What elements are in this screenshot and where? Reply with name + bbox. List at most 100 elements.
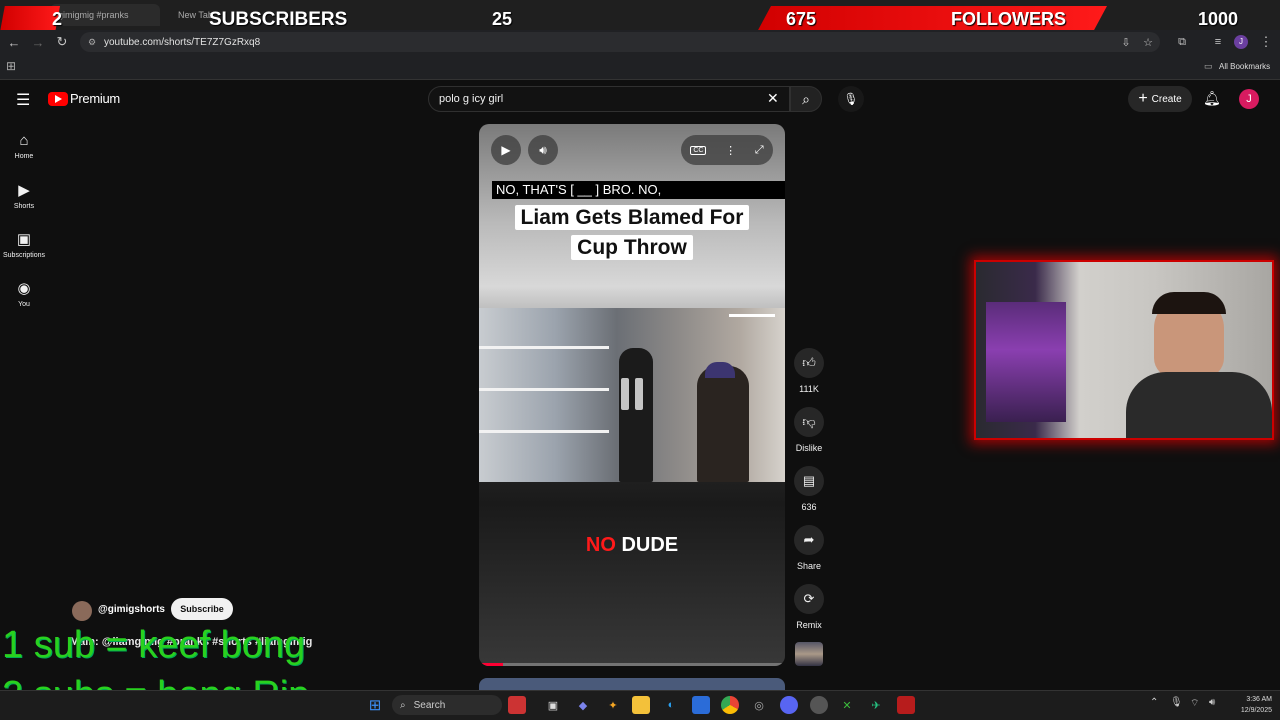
dislike-label: Dislike xyxy=(795,443,823,453)
youtube-brand-text[interactable]: Premium xyxy=(70,91,120,106)
taskbar-search[interactable]: ⌕ Search xyxy=(392,695,502,715)
pause-icon xyxy=(621,378,629,410)
title-line-1: Liam Gets Blamed For xyxy=(514,205,750,230)
task-view-icon[interactable]: ▣ xyxy=(544,696,562,714)
discord-icon[interactable] xyxy=(780,696,798,714)
live-caption: NO, THAT'S [ __ ] BRO. NO, xyxy=(492,181,785,199)
notifications-bell-icon[interactable]: 🔔︎ xyxy=(1203,90,1221,107)
you-icon: ◉ xyxy=(17,280,31,297)
red-app-icon[interactable] xyxy=(897,696,915,714)
followers-label: FOLLOWERS xyxy=(951,9,1066,29)
profile-avatar[interactable]: J xyxy=(1234,35,1248,49)
show-hidden-icons[interactable]: ⌃ xyxy=(1150,697,1158,708)
plus-icon: + xyxy=(1138,90,1148,107)
reload-icon[interactable]: ↻ xyxy=(52,34,72,50)
share-button[interactable]: ➦ Share xyxy=(790,525,828,571)
sidebar-item-shorts[interactable]: ▶ Shorts xyxy=(0,181,48,210)
hamburger-menu-icon[interactable]: ☰ xyxy=(16,90,30,110)
extensions-icon[interactable]: ⧉ xyxy=(1172,36,1192,49)
like-icon: 👍︎ xyxy=(794,348,824,378)
browser-tab-active[interactable]: gimigmig #pranks xyxy=(50,4,160,26)
subs-label: SUBSCRIBERS xyxy=(209,9,348,30)
tab-label: New Tab xyxy=(178,10,213,20)
subs-goal: 25 xyxy=(492,9,513,29)
dislike-button[interactable]: 👎︎ Dislike xyxy=(790,407,828,453)
play-button[interactable]: ▶ xyxy=(491,135,521,165)
youtube-logo-icon[interactable] xyxy=(48,92,68,106)
windows-start-icon[interactable]: ⊞ xyxy=(366,696,384,714)
channel-avatar[interactable] xyxy=(72,601,92,621)
file-explorer-icon[interactable] xyxy=(632,696,650,714)
subscribe-button[interactable]: Subscribe xyxy=(171,598,233,620)
sidebar-item-home[interactable]: ⌂ Home xyxy=(0,132,48,160)
sidebar-item-subscriptions[interactable]: ▣ Subscriptions xyxy=(0,230,48,259)
network-icon[interactable]: ⌔ xyxy=(1190,697,1199,710)
next-short-preview[interactable] xyxy=(479,678,785,690)
obs-icon[interactable] xyxy=(810,696,828,714)
chrome-menu-icon[interactable]: ⋮ xyxy=(1256,34,1276,50)
video-title-overlay: Liam Gets Blamed For xyxy=(479,205,785,230)
progress-fill xyxy=(479,663,504,666)
sidebar-label: Subscriptions xyxy=(2,252,46,259)
pc-case-shape xyxy=(986,302,1066,422)
title-line-2: Cup Throw xyxy=(571,235,693,260)
pause-icon-bar xyxy=(635,378,643,410)
mic-tray-icon[interactable]: 🎙 xyxy=(1170,697,1183,708)
all-bookmarks-link[interactable]: All Bookmarks xyxy=(1219,62,1270,71)
steam-icon[interactable]: ◎ xyxy=(750,696,768,714)
reading-list-icon[interactable]: ≡ xyxy=(1208,36,1228,48)
more-options-icon[interactable]: ⋮ xyxy=(725,144,736,157)
like-button[interactable]: 👍︎ 111K xyxy=(790,348,828,394)
channel-handle[interactable]: @gimigshorts xyxy=(98,604,165,615)
search-button[interactable]: ⌕ xyxy=(790,86,822,112)
teams-icon[interactable]: ◆ xyxy=(574,696,592,714)
bookmark-star-icon[interactable]: ☆ xyxy=(1138,36,1158,49)
url-field[interactable]: ⚙ youtube.com/shorts/TE7Z7GzRxq8 xyxy=(80,32,1160,52)
clear-search-icon[interactable]: ✕ xyxy=(767,90,779,107)
microphone-icon: 🎙 xyxy=(843,92,859,106)
sidebar-label: Home xyxy=(14,153,34,160)
captions-icon[interactable]: CC xyxy=(690,145,707,155)
followers-count: 675 xyxy=(786,9,817,29)
store-aisle-scene xyxy=(479,308,785,482)
subscriptions-icon: ▣ xyxy=(16,231,32,248)
store-icon[interactable] xyxy=(692,696,710,714)
install-icon[interactable]: ⇩ xyxy=(1116,36,1136,49)
tab-label: gimigmig #pranks xyxy=(58,10,129,20)
video-controls-group: CC ⋮ ⤢ xyxy=(681,135,773,165)
folder-icon: ▭ xyxy=(1204,61,1213,71)
forward-icon[interactable]: → xyxy=(28,35,48,50)
progress-track[interactable] xyxy=(479,663,785,666)
voice-search-button[interactable]: 🎙 xyxy=(838,86,864,112)
fullscreen-icon[interactable]: ⤢ xyxy=(755,144,764,157)
beanie-shape xyxy=(705,362,735,378)
edge-icon[interactable]: ◐ xyxy=(662,696,680,714)
remix-label: Remix xyxy=(796,620,822,630)
subtitle-red-word: NO xyxy=(585,534,616,556)
create-button[interactable]: + Create xyxy=(1128,86,1192,112)
bookmarks-bar: ⊞ ▭ All Bookmarks xyxy=(0,54,1280,80)
volume-button[interactable]: 🔊︎ xyxy=(528,135,558,165)
search-input[interactable]: polo g icy girl xyxy=(428,86,790,112)
sidebar-item-you[interactable]: ◉ You xyxy=(0,279,48,308)
person-figure xyxy=(619,348,653,482)
xbox-icon[interactable]: ✕ xyxy=(838,696,856,714)
site-info-icon[interactable]: ⚙ xyxy=(88,37,96,48)
taskbar-widget-icon[interactable] xyxy=(508,696,526,714)
create-label: Create xyxy=(1151,93,1182,105)
game-app-icon[interactable]: ✈ xyxy=(867,696,885,714)
taskbar-clock[interactable]: 3:36 AM 12/9/2025 xyxy=(1228,694,1272,716)
streamer-shoulders xyxy=(1126,372,1272,438)
sound-thumbnail[interactable] xyxy=(795,642,823,666)
remix-button[interactable]: ⟳ Remix xyxy=(790,584,828,630)
back-icon[interactable]: ← xyxy=(4,35,24,50)
short-video-player[interactable]: ▶ 🔊︎ CC ⋮ ⤢ NO, THAT'S [ __ ] BRO. NO, L… xyxy=(479,124,785,666)
volume-tray-icon[interactable]: 🔊︎ xyxy=(1209,697,1215,708)
comments-button[interactable]: ▤ 636 xyxy=(790,466,828,512)
account-avatar[interactable]: J xyxy=(1239,89,1259,109)
taskbar-search-label: Search xyxy=(413,699,446,711)
apps-grid-icon[interactable]: ⊞ xyxy=(6,59,16,73)
subtitle-white-word: DUDE xyxy=(621,534,679,556)
copilot-icon[interactable]: ✦ xyxy=(604,696,622,714)
chrome-icon[interactable] xyxy=(721,696,739,714)
